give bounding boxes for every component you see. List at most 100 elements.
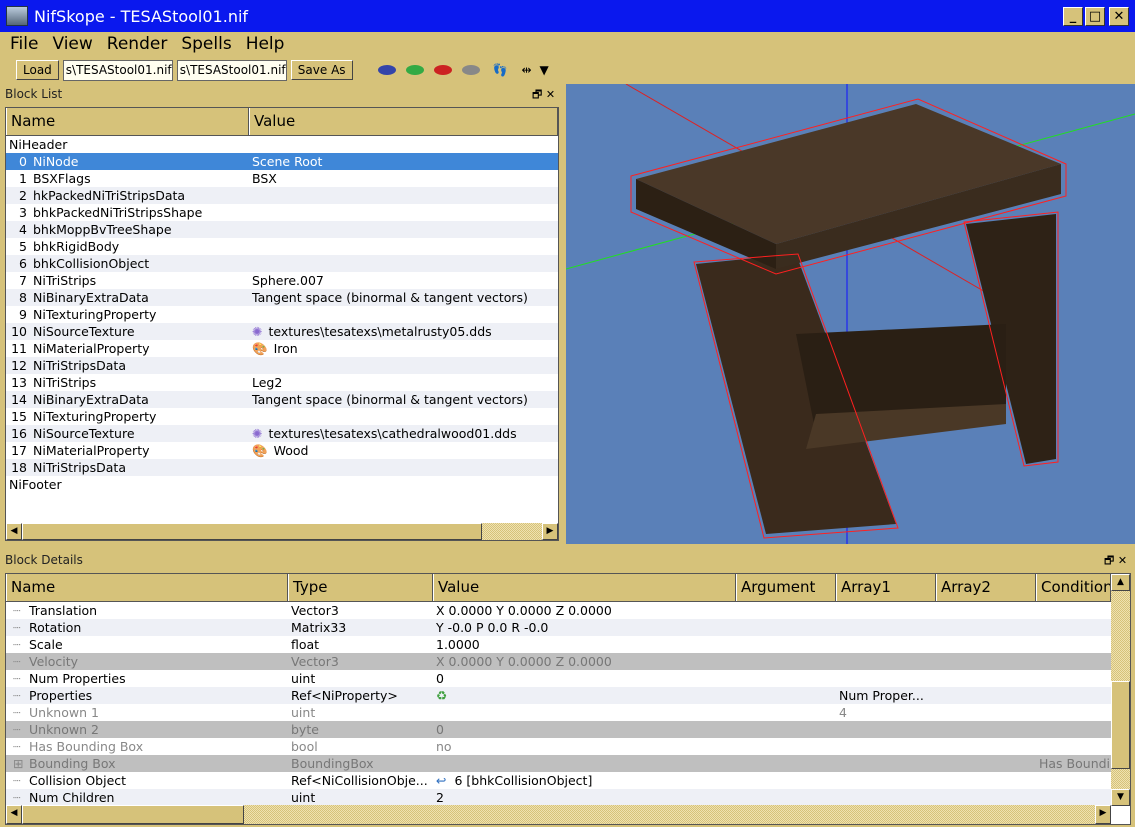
view-user-icon[interactable] xyxy=(461,65,480,75)
details-hscrollbar[interactable]: ◀ ▶ xyxy=(6,805,1111,824)
view-top-icon[interactable] xyxy=(433,65,452,75)
view-side-icon[interactable] xyxy=(405,65,424,75)
load-path-input[interactable]: s\TESAStool01.nif xyxy=(62,59,173,81)
detail-row[interactable]: ┈ Num Children uint 2 xyxy=(6,789,1111,806)
block-list-row[interactable]: 8 NiBinaryExtraData Tangent space (binorma… xyxy=(6,289,558,306)
menu-render[interactable]: Render xyxy=(107,34,168,54)
scroll-thumb[interactable] xyxy=(1111,681,1130,769)
float-dock-icon[interactable]: 🗗 ✕ xyxy=(532,86,555,105)
dropdown-icon[interactable]: ▼ xyxy=(540,63,549,77)
block-name: 11 NiMaterialProperty xyxy=(6,341,249,356)
3d-viewport[interactable] xyxy=(566,84,1135,544)
close-button[interactable]: ✕ xyxy=(1109,7,1129,26)
scroll-thumb[interactable] xyxy=(22,805,244,824)
detail-name: ⊞ Bounding Box xyxy=(6,756,288,771)
detail-condition: Has Boundi xyxy=(1036,756,1111,771)
block-index: 0 xyxy=(19,154,27,169)
block-name: 10 NiSourceTexture xyxy=(6,324,249,339)
link-icon[interactable]: ♻ xyxy=(436,688,447,703)
menu-view[interactable]: View xyxy=(52,34,92,54)
block-list-row[interactable]: 3 bhkPackedNiTriStripsShape xyxy=(6,204,558,221)
detail-type: Vector3 xyxy=(288,603,433,618)
block-value-text: Wood xyxy=(273,442,309,458)
detail-row[interactable]: ┈ Rotation Matrix33 Y -0.0 P 0.0 R -0.0 xyxy=(6,619,1111,636)
block-list-row[interactable]: 15 NiTexturingProperty xyxy=(6,408,558,425)
column-header-type[interactable]: Type xyxy=(288,574,433,601)
maximize-button[interactable]: □ xyxy=(1085,7,1105,26)
block-list-row[interactable]: 12 NiTriStripsData xyxy=(6,357,558,374)
block-list-row[interactable]: 7 NiTriStrips Sphere.007 xyxy=(6,272,558,289)
block-list-hscrollbar[interactable]: ◀ ▶ xyxy=(6,523,558,540)
detail-row[interactable]: ┈ Unknown 1 uint 4 xyxy=(6,704,1111,721)
detail-row[interactable]: ┈ Collision Object Ref<NiCollisionObje... ↩… xyxy=(6,772,1111,789)
block-list-row[interactable]: 2 hkPackedNiTriStripsData xyxy=(6,187,558,204)
block-list-row[interactable]: 17 NiMaterialProperty 🎨 Wood xyxy=(6,442,558,459)
view-front-icon[interactable] xyxy=(377,65,396,75)
column-header-condition[interactable]: Condition xyxy=(1036,574,1111,601)
block-list-row[interactable]: 13 NiTriStrips Leg2 xyxy=(6,374,558,391)
block-list-row[interactable]: 11 NiMaterialProperty 🎨 Iron xyxy=(6,340,558,357)
block-list-row[interactable]: NiHeader xyxy=(6,136,558,153)
save-path-input[interactable]: s\TESAStool01.nif xyxy=(176,59,287,81)
block-name: NiHeader xyxy=(6,137,249,152)
detail-type-text: Ref<NiProperty> xyxy=(291,688,398,703)
detail-row[interactable]: ┈ Num Properties uint 0 xyxy=(6,670,1111,687)
column-header-value[interactable]: Value xyxy=(433,574,736,601)
block-list-row[interactable]: 9 NiTexturingProperty xyxy=(6,306,558,323)
block-name: 6 bhkCollisionObject xyxy=(6,256,249,271)
block-value-text: Tangent space (binormal & tangent vector… xyxy=(252,290,528,305)
detail-type: Ref<NiProperty> xyxy=(288,688,433,703)
column-header-array2[interactable]: Array2 xyxy=(936,574,1036,601)
expand-icon[interactable]: ⊞ xyxy=(9,756,29,771)
detail-row[interactable]: ┈ Has Bounding Box bool no xyxy=(6,738,1111,755)
block-name-text: NiTexturingProperty xyxy=(33,409,157,424)
block-name: 13 NiTriStrips xyxy=(6,375,249,390)
column-header-argument[interactable]: Argument xyxy=(736,574,836,601)
block-list-row[interactable]: 4 bhkMoppBvTreeShape xyxy=(6,221,558,238)
column-header-array1[interactable]: Array1 xyxy=(836,574,936,601)
scroll-thumb[interactable] xyxy=(22,523,482,540)
column-header-value[interactable]: Value xyxy=(249,108,558,135)
detail-type: uint xyxy=(288,790,433,805)
detail-type-text: byte xyxy=(291,722,319,737)
block-list-row[interactable]: 0 NiNode Scene Root xyxy=(6,153,558,170)
block-name-text: bhkPackedNiTriStripsShape xyxy=(33,205,203,220)
block-list-row[interactable]: NiFooter xyxy=(6,476,558,493)
load-button[interactable]: Load xyxy=(16,60,59,80)
block-list-row[interactable]: 18 NiTriStripsData xyxy=(6,459,558,476)
detail-row[interactable]: ┈ Scale float 1.0000 xyxy=(6,636,1111,653)
block-list-row[interactable]: 10 NiSourceTexture ✺ textures\tesatexs\meta… xyxy=(6,323,558,340)
detail-value: Y -0.0 P 0.0 R -0.0 xyxy=(433,620,736,635)
details-vscrollbar[interactable]: ▲ ▼ xyxy=(1111,574,1130,806)
detail-row[interactable]: ⊞ Bounding Box BoundingBox Has Boundi xyxy=(6,755,1111,772)
minimize-button[interactable]: _ xyxy=(1063,7,1083,26)
block-list-row[interactable]: 16 NiSourceTexture ✺ textures\tesatexs\cath… xyxy=(6,425,558,442)
block-name-text: NiMaterialProperty xyxy=(33,341,150,356)
reference-icon[interactable]: ↩ xyxy=(436,773,446,788)
block-list-row[interactable]: 1 BSXFlags BSX xyxy=(6,170,558,187)
menu-spells[interactable]: Spells xyxy=(181,34,231,54)
walk-icon[interactable]: 👣 xyxy=(493,63,508,77)
detail-name-text: Bounding Box xyxy=(29,756,116,771)
float-dock-icon[interactable]: 🗗 ✕ xyxy=(1104,552,1127,571)
stool-render xyxy=(566,84,1135,544)
detail-name: ┈ Translation xyxy=(6,603,288,618)
menu-file[interactable]: File xyxy=(10,34,38,54)
detail-array1-text: 4 xyxy=(839,705,847,720)
block-list-row[interactable]: 14 NiBinaryExtraData Tangent space (binorm… xyxy=(6,391,558,408)
block-list-row[interactable]: 5 bhkRigidBody xyxy=(6,238,558,255)
detail-row[interactable]: ┈ Velocity Vector3 X 0.0000 Y 0.0000 Z 0.00… xyxy=(6,653,1111,670)
detail-row[interactable]: ┈ Translation Vector3 X 0.0000 Y 0.0000 Z 0… xyxy=(6,602,1111,619)
detail-row[interactable]: ┈ Unknown 2 byte 0 xyxy=(6,721,1111,738)
block-name-text: NiTriStrips xyxy=(33,273,97,288)
tree-line-icon: ┈ xyxy=(13,705,21,720)
detail-row[interactable]: ┈ Properties Ref<NiProperty> ♻ Num Proper... xyxy=(6,687,1111,704)
block-value: 🎨 Wood xyxy=(249,443,558,459)
axis-icon[interactable]: ⇹ xyxy=(521,63,531,77)
column-header-name[interactable]: Name xyxy=(6,108,249,135)
save-as-button[interactable]: Save As xyxy=(290,60,353,80)
tree-line-icon: ┈ xyxy=(13,773,21,788)
column-header-name[interactable]: Name xyxy=(6,574,288,601)
block-list-row[interactable]: 6 bhkCollisionObject xyxy=(6,255,558,272)
menu-help[interactable]: Help xyxy=(246,34,285,54)
